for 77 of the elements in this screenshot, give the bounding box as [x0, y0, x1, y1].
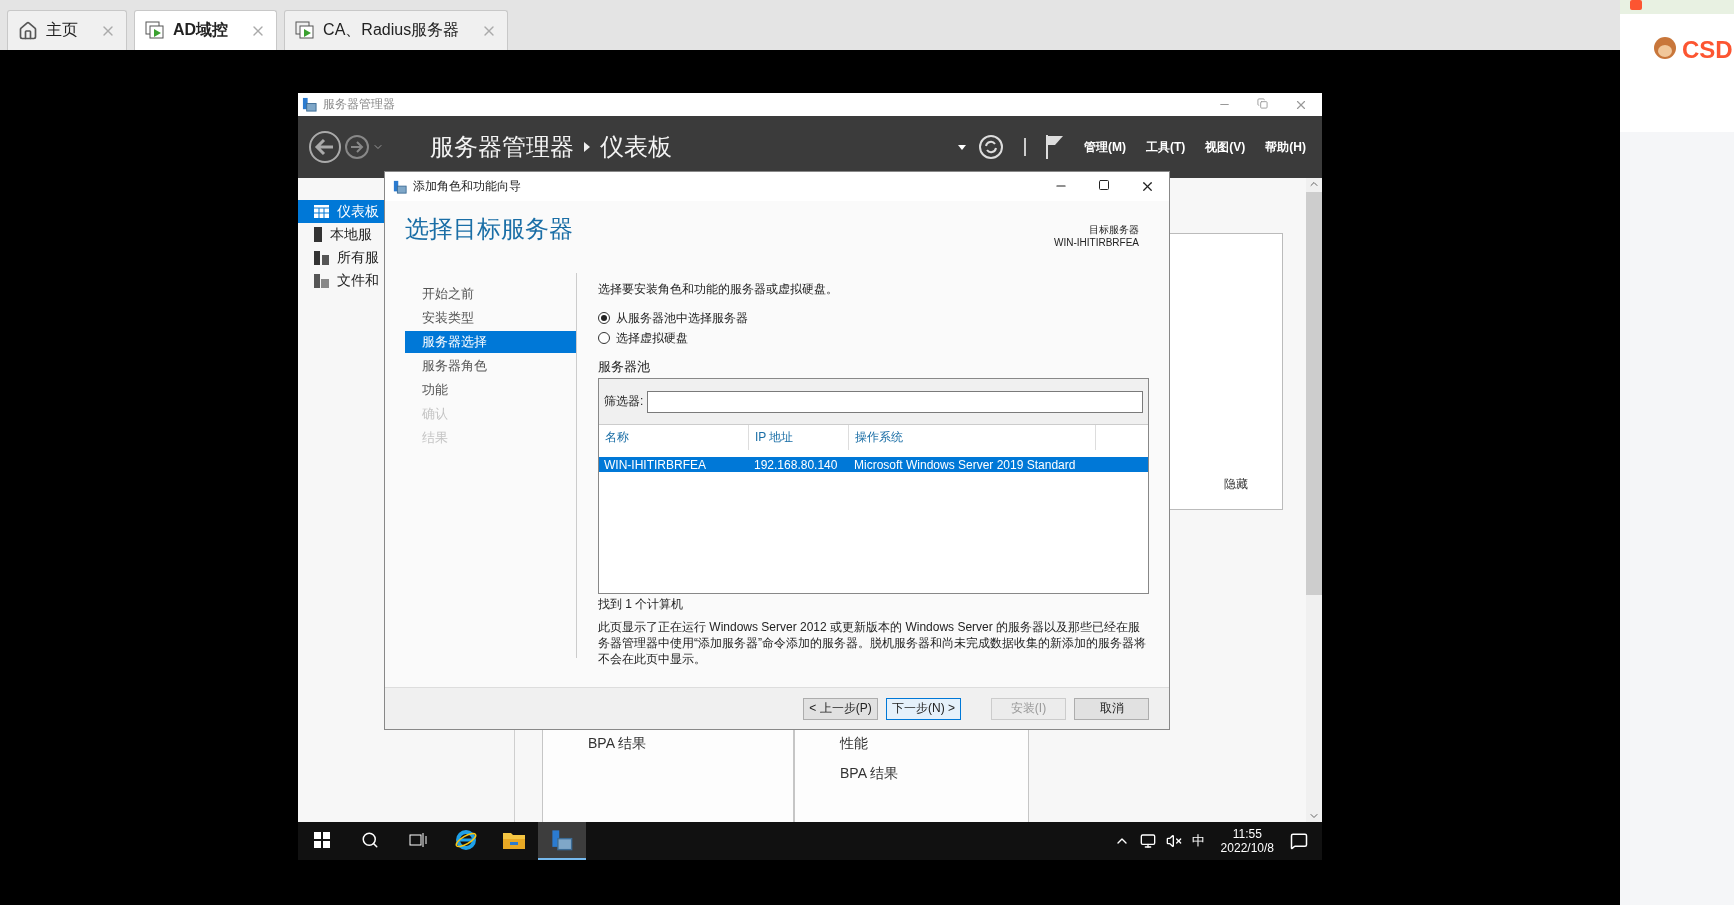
wizard-step[interactable]: 服务器选择: [405, 331, 576, 353]
info-paragraph: 此页显示了正在运行 Windows Server 2012 或更新版本的 Windows Server 的服务器以及那些已经在服务器管理器中使用“添加服务器”命令添加的服务器。脱机服务器和尚未完成数据收集的新添加的服务器将不会在此页中显示。: [598, 619, 1147, 667]
wizard-step[interactable]: 服务器角色: [405, 355, 576, 377]
sidebar-item[interactable]: 本地服: [298, 223, 384, 246]
wizard-step[interactable]: 安装类型: [405, 307, 576, 329]
count-text: 找到 1 个计算机: [598, 596, 685, 613]
task-view-icon: [409, 832, 427, 848]
sidebar-item[interactable]: 文件和: [298, 269, 384, 292]
table-row[interactable]: WIN-IHITIRBRFEA 192.168.80.140 Microsoft Windows Server 2019 Standard: [599, 457, 1148, 472]
sidebar-item[interactable]: 所有服: [298, 246, 384, 269]
close-icon[interactable]: [1140, 179, 1155, 194]
radio-button[interactable]: [598, 312, 610, 324]
radio-label[interactable]: 选择虚拟硬盘: [616, 329, 688, 347]
servers-icon: [314, 250, 329, 265]
clock[interactable]: 11:55 2022/10/8: [1220, 827, 1274, 855]
caret-icon[interactable]: [958, 144, 966, 150]
forward-icon[interactable]: [344, 134, 370, 160]
refresh-icon[interactable]: [978, 134, 1004, 160]
card-item[interactable]: BPA 结果: [840, 765, 1028, 783]
breadcrumb-item: 仪表板: [600, 132, 672, 162]
column-header[interactable]: 操作系统: [849, 425, 1096, 450]
file-storage-icon: [314, 273, 329, 288]
back-icon[interactable]: [308, 130, 342, 164]
search-icon: [361, 831, 379, 849]
windows-icon: [314, 832, 330, 848]
dialog-button[interactable]: < 上一步(P): [803, 697, 878, 720]
menu-item[interactable]: 帮助(H): [1265, 138, 1306, 156]
monkey-avatar-icon: [1652, 36, 1678, 60]
vm-icon: [295, 20, 316, 41]
hide-link[interactable]: 隐藏: [1224, 476, 1248, 493]
dialog-button[interactable]: 取消: [1074, 697, 1149, 720]
table-cell-text: WIN-IHITIRBRFEA: [603, 457, 707, 472]
radio-label[interactable]: 从服务器池中选择服务器: [616, 309, 748, 327]
dialog-button[interactable]: 下一步(N) >: [886, 697, 961, 720]
ime-indicator[interactable]: 中: [1191, 832, 1205, 850]
wizard-step[interactable]: 开始之前: [405, 283, 576, 305]
home-icon: [18, 20, 38, 41]
card-item[interactable]: BPA 结果: [588, 735, 793, 753]
target-server: WIN-IHITIRBRFEA: [1054, 237, 1139, 248]
menu-item[interactable]: 管理(M): [1084, 138, 1126, 156]
menu-item[interactable]: 视图(V): [1205, 138, 1246, 156]
app-icon: [1630, 0, 1642, 10]
notification-icon[interactable]: [1290, 832, 1308, 850]
flag-icon[interactable]: [1046, 135, 1064, 159]
section-label: 服务器池: [598, 358, 651, 376]
instruction-text: 选择要安装角色和功能的服务器或虚拟硬盘。: [598, 281, 839, 298]
table-cell-text: 192.168.80.140: [753, 457, 839, 472]
card-item[interactable]: 性能: [840, 735, 1028, 753]
wizard-step[interactable]: 功能: [405, 379, 576, 401]
volume-muted-icon[interactable]: [1165, 833, 1182, 849]
browser-tab[interactable]: 主页: [7, 10, 127, 50]
browser-tab[interactable]: AD域控: [134, 10, 278, 50]
grid-icon: [314, 205, 329, 218]
column-header[interactable]: IP 地址: [749, 425, 849, 450]
server-icon: [314, 227, 322, 242]
server-manager-icon: [551, 829, 573, 851]
browser-icon: [454, 828, 478, 852]
window-title: 服务器管理器: [323, 96, 395, 113]
target-label: 目标服务器: [1089, 223, 1139, 237]
network-icon[interactable]: [1139, 833, 1156, 849]
maximize-icon[interactable]: [1098, 179, 1110, 191]
filter-label: 筛选器:: [604, 393, 644, 410]
vm-icon: [145, 20, 165, 41]
server-manager-icon: [302, 97, 317, 112]
breadcrumb-item[interactable]: 服务器管理器: [430, 131, 574, 163]
table-cell-text: Microsoft Windows Server 2019 Standard: [853, 457, 1077, 472]
folder-icon: [503, 831, 525, 849]
dialog-title: 添加角色和功能向导: [413, 178, 521, 195]
page-heading: 选择目标服务器: [405, 214, 573, 244]
radio-button[interactable]: [598, 332, 610, 344]
filter-field[interactable]: [647, 390, 1143, 413]
breadcrumb-arrow-icon: [584, 142, 590, 152]
browser-tab[interactable]: CA、Radius服务器: [284, 10, 509, 50]
server-manager-icon: [393, 179, 407, 194]
column-header[interactable]: 名称: [599, 425, 749, 450]
sidebar-item[interactable]: 仪表板: [298, 200, 384, 223]
menu-item[interactable]: 工具(T): [1146, 138, 1186, 156]
